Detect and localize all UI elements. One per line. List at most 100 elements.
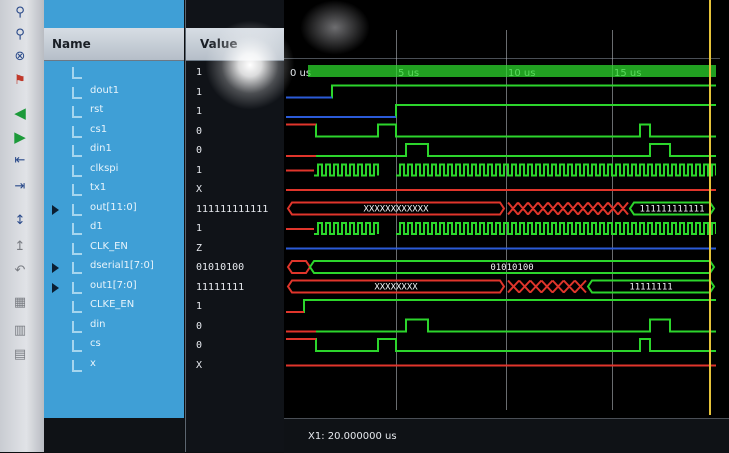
signal-name: out[11:0]: [90, 201, 137, 213]
signal-value: 0: [196, 320, 203, 332]
signal-row[interactable]: rst: [44, 102, 184, 121]
signal-icon: [72, 242, 82, 255]
bus-value-label: XXXXXXXXXXXX: [363, 205, 429, 215]
left-toolbar: ⚲ ⚲ ⊗ ⚑ ◀ ▶ ⇤ ⇥ ↕ ↥ ↶ ▦ ▥ ▤: [0, 0, 45, 452]
bus-transition: [507, 279, 587, 294]
signal-value: 0: [196, 145, 203, 156]
signal-name: dserial1[7:0]: [90, 260, 154, 271]
signal-row[interactable]: cs: [44, 336, 184, 355]
signal-name: cs: [90, 338, 101, 349]
signal-icon: [72, 340, 82, 352]
signal-row[interactable]: din1: [44, 141, 184, 160]
signal-trace: [286, 299, 716, 313]
time-cursor[interactable]: [709, 0, 711, 415]
bus-transition: [507, 201, 629, 216]
go-start-icon[interactable]: ◀: [9, 104, 31, 122]
signal-icon: [72, 125, 82, 138]
signal-name: din1: [90, 143, 112, 154]
signal-icon: [72, 320, 82, 333]
step-forward-icon[interactable]: ⇥: [9, 178, 31, 196]
signal-icon: [72, 301, 82, 313]
signal-name: dout1: [90, 84, 120, 96]
marker-icon[interactable]: ⊗: [9, 48, 31, 66]
waveform-panel[interactable]: 0 us 5 us 10 us 15 us XXXXXXXXXXXX 111111…: [284, 0, 729, 452]
clock-trace: [314, 163, 379, 177]
clock-trace: [314, 222, 379, 235]
signal-value-panel: Value 1 1 1 0 0 1 X 111111111111 1 Z 01010100 11111…: [185, 0, 285, 452]
signal-row[interactable]: CLK_EN: [44, 239, 184, 258]
cursor-icon[interactable]: ↥: [9, 238, 31, 256]
status-bar: X1: 20.000000 us: [284, 418, 729, 453]
signal-icon: [72, 164, 82, 177]
value-column-header[interactable]: Value: [186, 28, 284, 61]
signal-icon: [72, 281, 82, 294]
signal-value: 01010100: [196, 262, 245, 273]
bus-segment: [286, 260, 312, 274]
zoom-fit-icon[interactable]: ⚲: [9, 26, 31, 44]
signal-value: 1: [196, 223, 203, 234]
signal-value: 0: [196, 125, 203, 137]
signal-value: 111111111111: [196, 203, 269, 215]
bus-value-label: 01010100: [490, 263, 533, 273]
value-column-title: Value: [200, 37, 238, 51]
signal-trace: [286, 84, 716, 99]
signal-row[interactable]: dout1: [44, 83, 184, 102]
signal-trace: [286, 338, 716, 352]
signal-row[interactable]: cs1: [44, 122, 184, 141]
signal-row[interactable]: tx1: [44, 180, 184, 199]
clock-trace: [396, 163, 716, 177]
bus-value-label: 111111111111: [639, 205, 704, 215]
signal-value: 1: [196, 86, 203, 98]
signal-value: X: [196, 359, 203, 371]
signal-icon: [72, 223, 82, 235]
signal-value: 0: [196, 340, 203, 351]
signal-trace: [286, 123, 716, 138]
name-column-header[interactable]: Name: [44, 28, 184, 61]
settings-icon[interactable]: ▤: [9, 346, 31, 364]
signal-name: d1: [90, 221, 103, 232]
zoom-in-icon[interactable]: ⚲: [9, 4, 31, 22]
signal-name: CLKE_EN: [90, 299, 135, 310]
signal-trace: [286, 104, 716, 118]
signal-icon: [72, 67, 82, 79]
time-ruler[interactable]: 0 us 5 us 10 us 15 us: [284, 28, 720, 79]
signal-value: 1: [196, 164, 203, 176]
signal-row[interactable]: d1: [44, 219, 184, 238]
signal-icon: [72, 184, 82, 196]
signal-row[interactable]: dserial1[7:0]: [44, 258, 184, 277]
signal-trace: [308, 65, 716, 77]
expand-arrow-icon[interactable]: [52, 204, 59, 215]
signal-value: Z: [196, 242, 203, 254]
signal-name: din: [90, 318, 106, 330]
add-signal-icon[interactable]: ↕: [9, 212, 31, 230]
signal-row[interactable]: out1[7:0]: [44, 278, 184, 297]
name-column-title: Name: [52, 37, 91, 51]
clock-trace: [396, 222, 716, 235]
signal-row[interactable]: din: [44, 317, 184, 336]
name-panel-footer: [44, 418, 184, 452]
signal-row[interactable]: CLKE_EN: [44, 297, 184, 316]
signal-icon: [72, 203, 82, 216]
signal-value: X: [196, 184, 203, 195]
waveform-canvas[interactable]: XXXXXXXXXXXX 111111111111 01010100 XXXXXXXX…: [286, 60, 716, 420]
signal-trace: [286, 143, 716, 157]
signal-value: 11111111: [196, 281, 245, 293]
signal-row[interactable]: clkspi: [44, 161, 184, 180]
signal-row[interactable]: out[11:0]: [44, 200, 184, 219]
signal-value: 1: [196, 301, 203, 312]
step-back-icon[interactable]: ⇤: [9, 152, 31, 170]
go-end-icon[interactable]: ▶: [9, 128, 31, 146]
bus-value-label: XXXXXXXX: [374, 283, 418, 293]
signal-name: tx1: [90, 182, 107, 193]
undo-icon[interactable]: ↶: [9, 262, 31, 280]
signal-row[interactable]: x: [44, 356, 184, 375]
expand-arrow-icon[interactable]: [52, 282, 59, 293]
grid-icon[interactable]: ▦: [9, 294, 31, 312]
signal-name: CLK_EN: [90, 240, 128, 252]
signal-trace: [286, 318, 716, 333]
signal-row[interactable]: [44, 63, 184, 82]
expand-arrow-icon[interactable]: [52, 263, 59, 273]
snap-icon[interactable]: ▥: [9, 322, 31, 340]
flag-icon[interactable]: ⚑: [9, 72, 31, 90]
signal-name: out1[7:0]: [90, 279, 137, 291]
